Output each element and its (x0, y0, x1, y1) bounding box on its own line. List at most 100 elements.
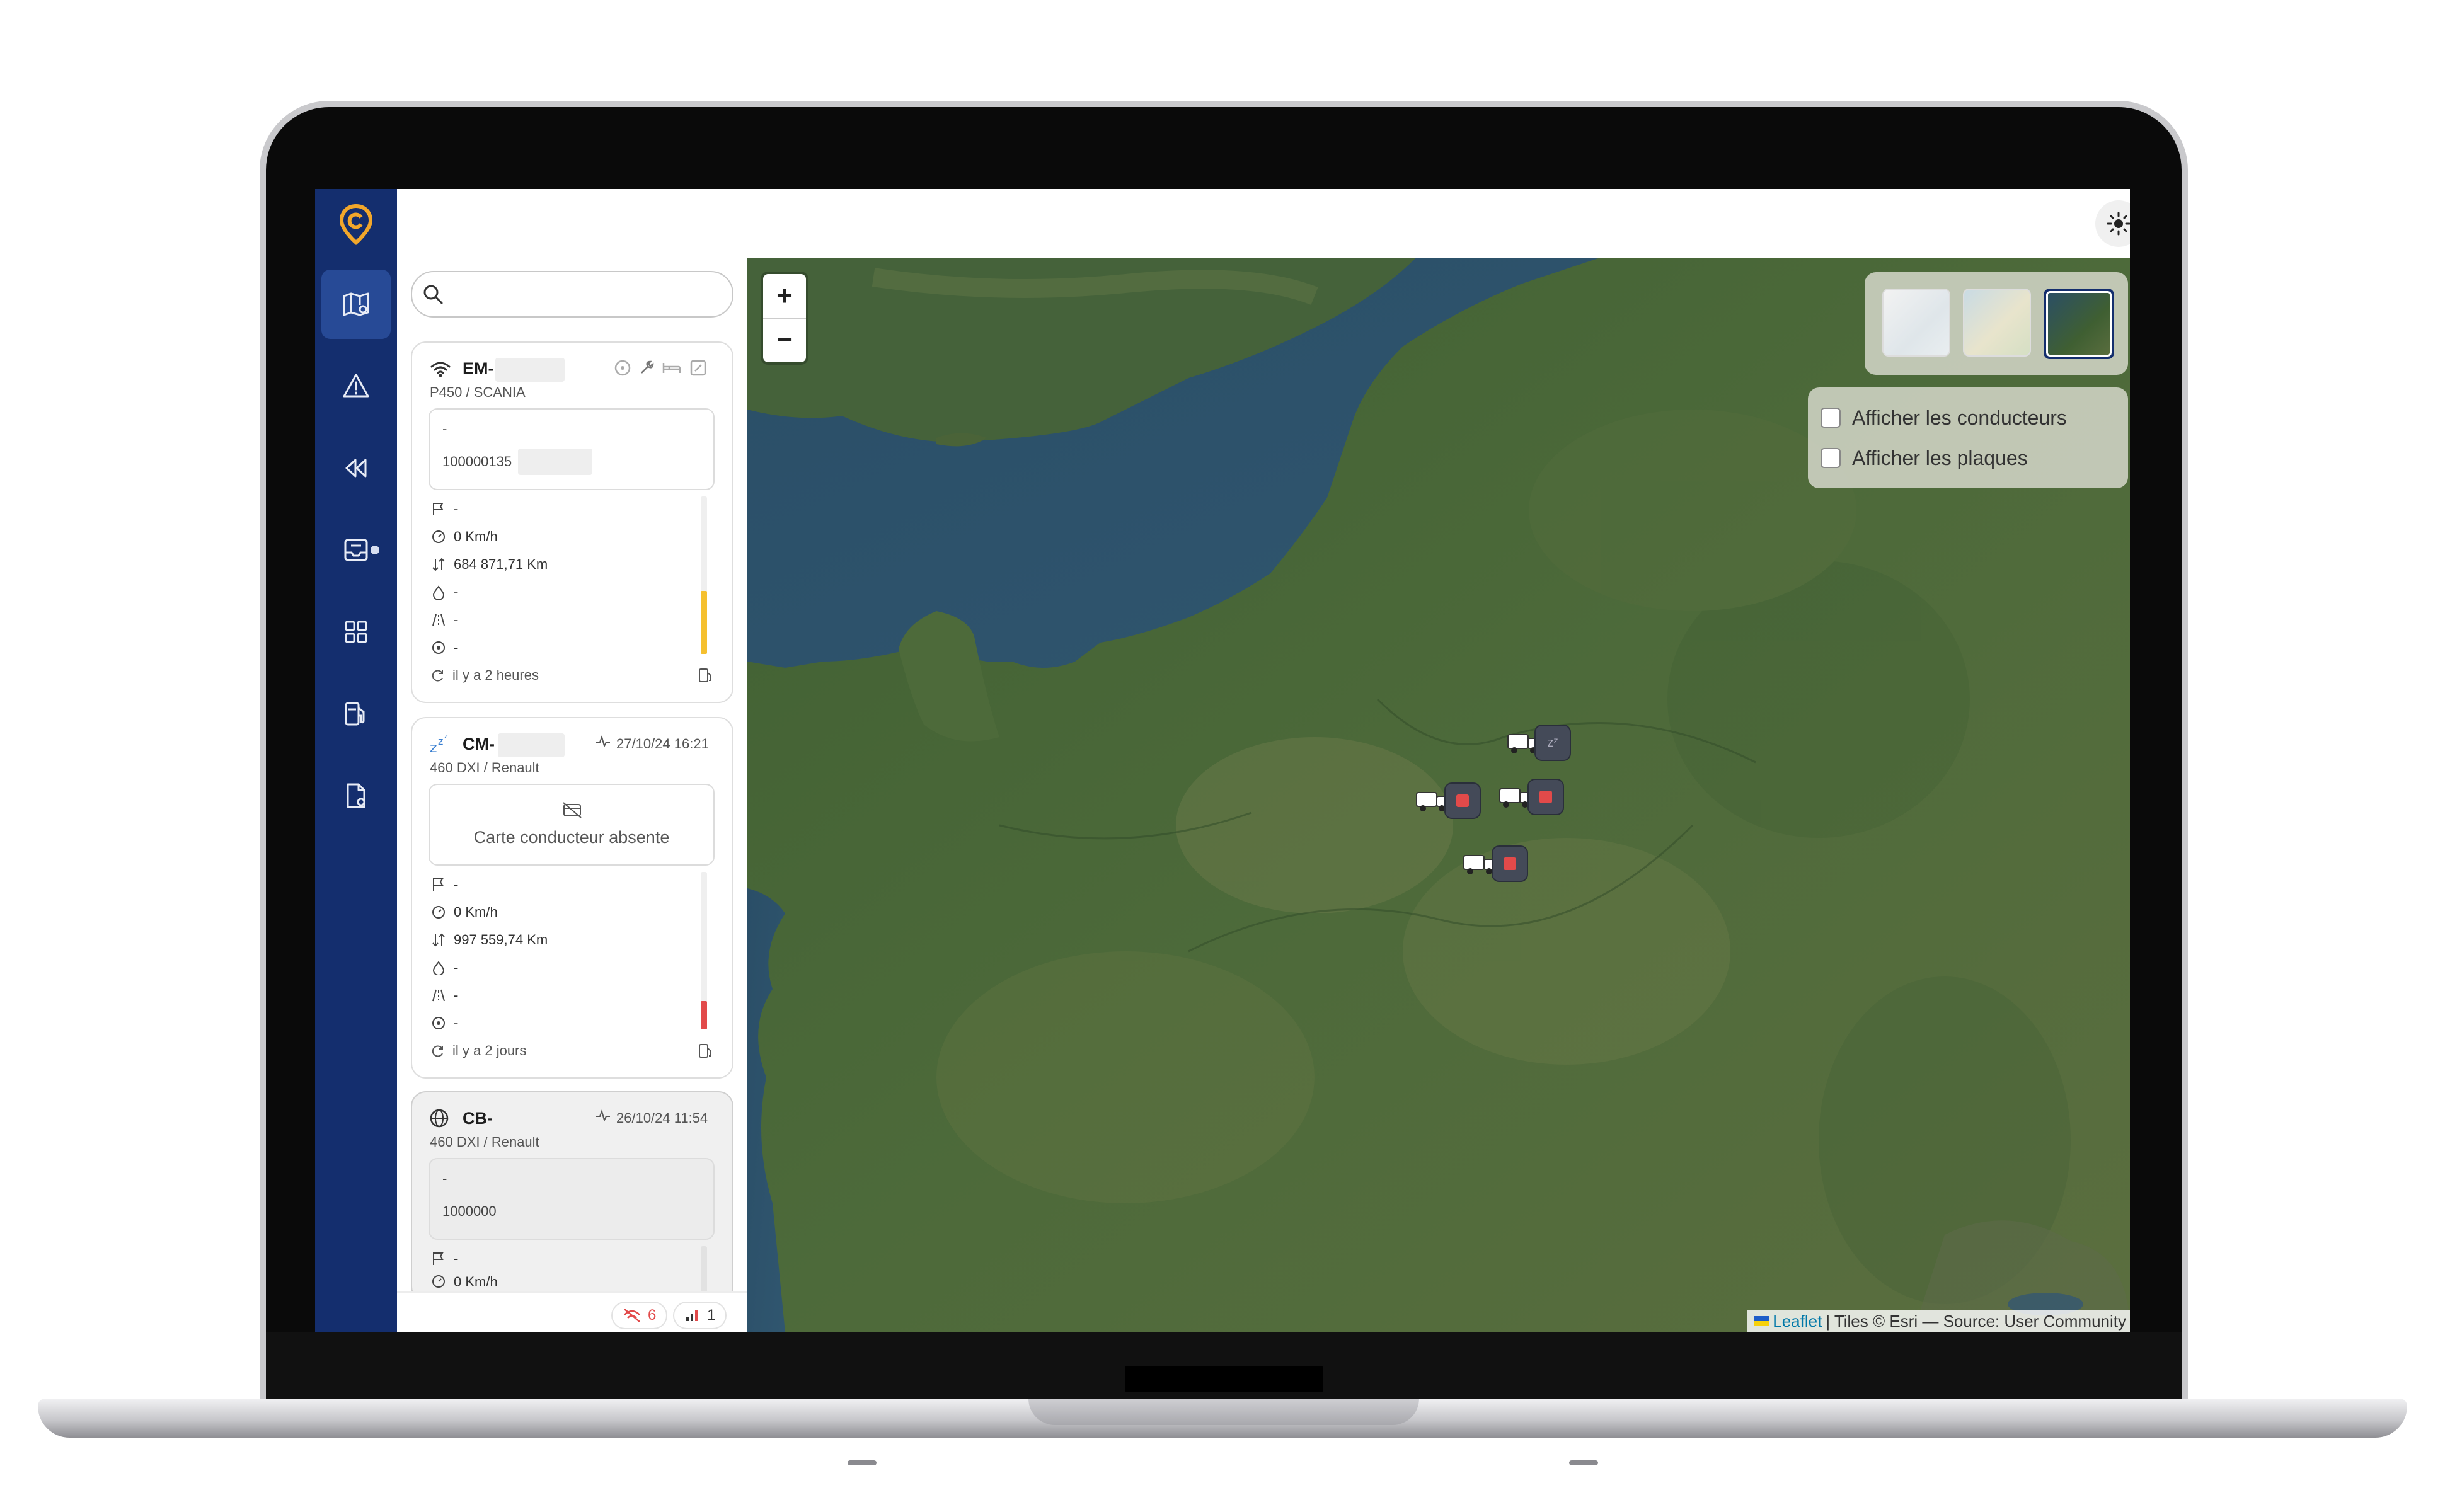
nav-dashboard-button[interactable] (321, 597, 391, 667)
speedometer-icon (432, 1275, 445, 1288)
leaflet-link[interactable]: Leaflet (1773, 1312, 1822, 1331)
vehicle-plate: CM- (463, 735, 495, 753)
vehicle-card[interactable]: CB- 26/10/24 11:54 460 DXI / Renault - 1… (411, 1091, 734, 1302)
search-box[interactable] (411, 271, 734, 318)
engine-row: - (431, 1011, 458, 1036)
vehicle-marker[interactable] (1499, 779, 1564, 815)
flag-icon (433, 878, 444, 891)
laptop-foot (848, 1460, 877, 1465)
speedometer-icon (432, 530, 445, 543)
vehicle-card[interactable]: EM- P450 / SCANIA - 100000135 - 0 Km/h 6… (411, 341, 734, 703)
activity-icon (596, 735, 610, 748)
last-sync-row: il y a 2 heures (431, 664, 539, 687)
show-drivers-option[interactable]: Afficher les conducteurs (1821, 400, 2067, 435)
layer-satellite-option[interactable] (2044, 289, 2114, 359)
driver-name: - (442, 1171, 447, 1186)
flag-icon (433, 1252, 444, 1265)
wifi-icon (430, 362, 451, 377)
theme-toggle-button[interactable] (2095, 200, 2130, 247)
driver-card-number: 1000000 (442, 1203, 497, 1219)
driver-card-number: 100000135 (442, 454, 512, 469)
search-input[interactable] (450, 278, 717, 309)
speedometer-icon (432, 906, 445, 919)
fuel-pump-icon (699, 1044, 711, 1058)
level-gauge-fill (701, 1001, 707, 1029)
location-pin-icon (339, 203, 373, 245)
road-icon (432, 989, 445, 1002)
level-gauge-fill (701, 591, 707, 654)
driver-card-absent: Carte conducteur absente (473, 828, 670, 847)
vehicle-list-panel: EM- P450 / SCANIA - 100000135 - 0 Km/h 6… (397, 258, 748, 1332)
signal-bars-icon (686, 1310, 698, 1321)
status-legend-bar: 6 1 (397, 1292, 747, 1332)
sort-icon (432, 933, 445, 947)
odometer-row: 684 871,71 Km (431, 552, 548, 577)
engine-row: - (431, 635, 458, 660)
vehicle-marker[interactable]: zᶻ (1507, 724, 1571, 761)
zoom-in-button[interactable]: + (763, 274, 806, 318)
app-logo[interactable] (315, 189, 397, 260)
driver-name: - (442, 421, 447, 437)
vehicle-model: P450 / SCANIA (430, 384, 526, 400)
globe-icon (430, 1109, 449, 1128)
activity-icon (596, 1109, 610, 1122)
nav-alerts-button[interactable] (321, 352, 391, 421)
fuel-row: - (431, 580, 458, 605)
driver-box: - 100000135 (429, 408, 715, 490)
card-off-icon (563, 802, 582, 818)
show-plates-checkbox[interactable] (1821, 448, 1841, 468)
bed-icon (662, 363, 681, 373)
map-attribution: Leaflet | Tiles © Esri — Source: User Co… (1747, 1310, 2130, 1332)
vehicle-plate: CB- (463, 1109, 493, 1128)
screen: JG EM- P450 / SCANIA - 100000135 - 0 Km/… (315, 189, 2130, 1332)
sort-icon (432, 558, 445, 571)
no-signal-filter[interactable]: 6 (611, 1302, 668, 1329)
document-icon (347, 783, 365, 808)
fuel-icon (345, 702, 365, 726)
nav-replay-button[interactable] (321, 433, 391, 503)
nav-rail (315, 189, 397, 1332)
redacted-plate (498, 733, 565, 757)
show-drivers-checkbox[interactable] (1821, 408, 1841, 428)
map-view[interactable]: zᶻ + − Afficher les conducteurs Afficher… (747, 258, 2130, 1332)
wrench-icon (641, 360, 654, 374)
dashboard-icon (345, 621, 367, 643)
nav-inbox-button[interactable] (321, 515, 391, 585)
vehicle-plate: EM- (463, 359, 494, 378)
engine-icon (432, 1017, 445, 1029)
vehicle-marker[interactable] (1463, 845, 1528, 882)
stopped-status-badge (1527, 779, 1564, 815)
layer-switcher (1865, 272, 2128, 375)
rewind-icon (345, 459, 367, 478)
speed-row: 0 Km/h (431, 900, 498, 925)
signal-filter[interactable]: 1 (673, 1302, 727, 1329)
layer-light-option[interactable] (1882, 289, 1950, 357)
notification-dot (371, 546, 379, 554)
driver-box: - 1000000 (429, 1158, 715, 1240)
laptop-opening-notch (1028, 1399, 1419, 1425)
vehicle-marker[interactable] (1415, 782, 1481, 819)
location-row: - (431, 872, 458, 897)
nav-documents-button[interactable] (321, 761, 391, 830)
fuel-pump-icon (699, 668, 711, 682)
nav-fuel-button[interactable] (321, 679, 391, 748)
sun-icon (2107, 212, 2130, 236)
vehicle-card[interactable]: zzz CM- 27/10/24 16:21 460 DXI / Renault… (411, 717, 734, 1079)
road-row: - (431, 983, 458, 1008)
vehicle-model: 460 DXI / Renault (430, 760, 539, 776)
laptop-notch (1125, 1366, 1323, 1392)
sleep-icon: zzz (430, 732, 448, 755)
show-plates-option[interactable]: Afficher les plaques (1821, 440, 2028, 476)
nav-map-button[interactable] (321, 270, 391, 339)
zoom-out-button[interactable]: − (763, 318, 806, 362)
layer-terrain-option[interactable] (1963, 289, 2031, 357)
flag-icon (433, 503, 444, 515)
inbox-icon (344, 539, 368, 561)
laptop-foot (1569, 1460, 1598, 1465)
engine-icon (432, 641, 445, 654)
location-row: - (431, 1246, 458, 1271)
edit-box-icon (690, 360, 706, 376)
drop-icon (432, 585, 445, 600)
steering-wheel-icon (614, 360, 631, 376)
top-bar: JG (397, 189, 2130, 258)
